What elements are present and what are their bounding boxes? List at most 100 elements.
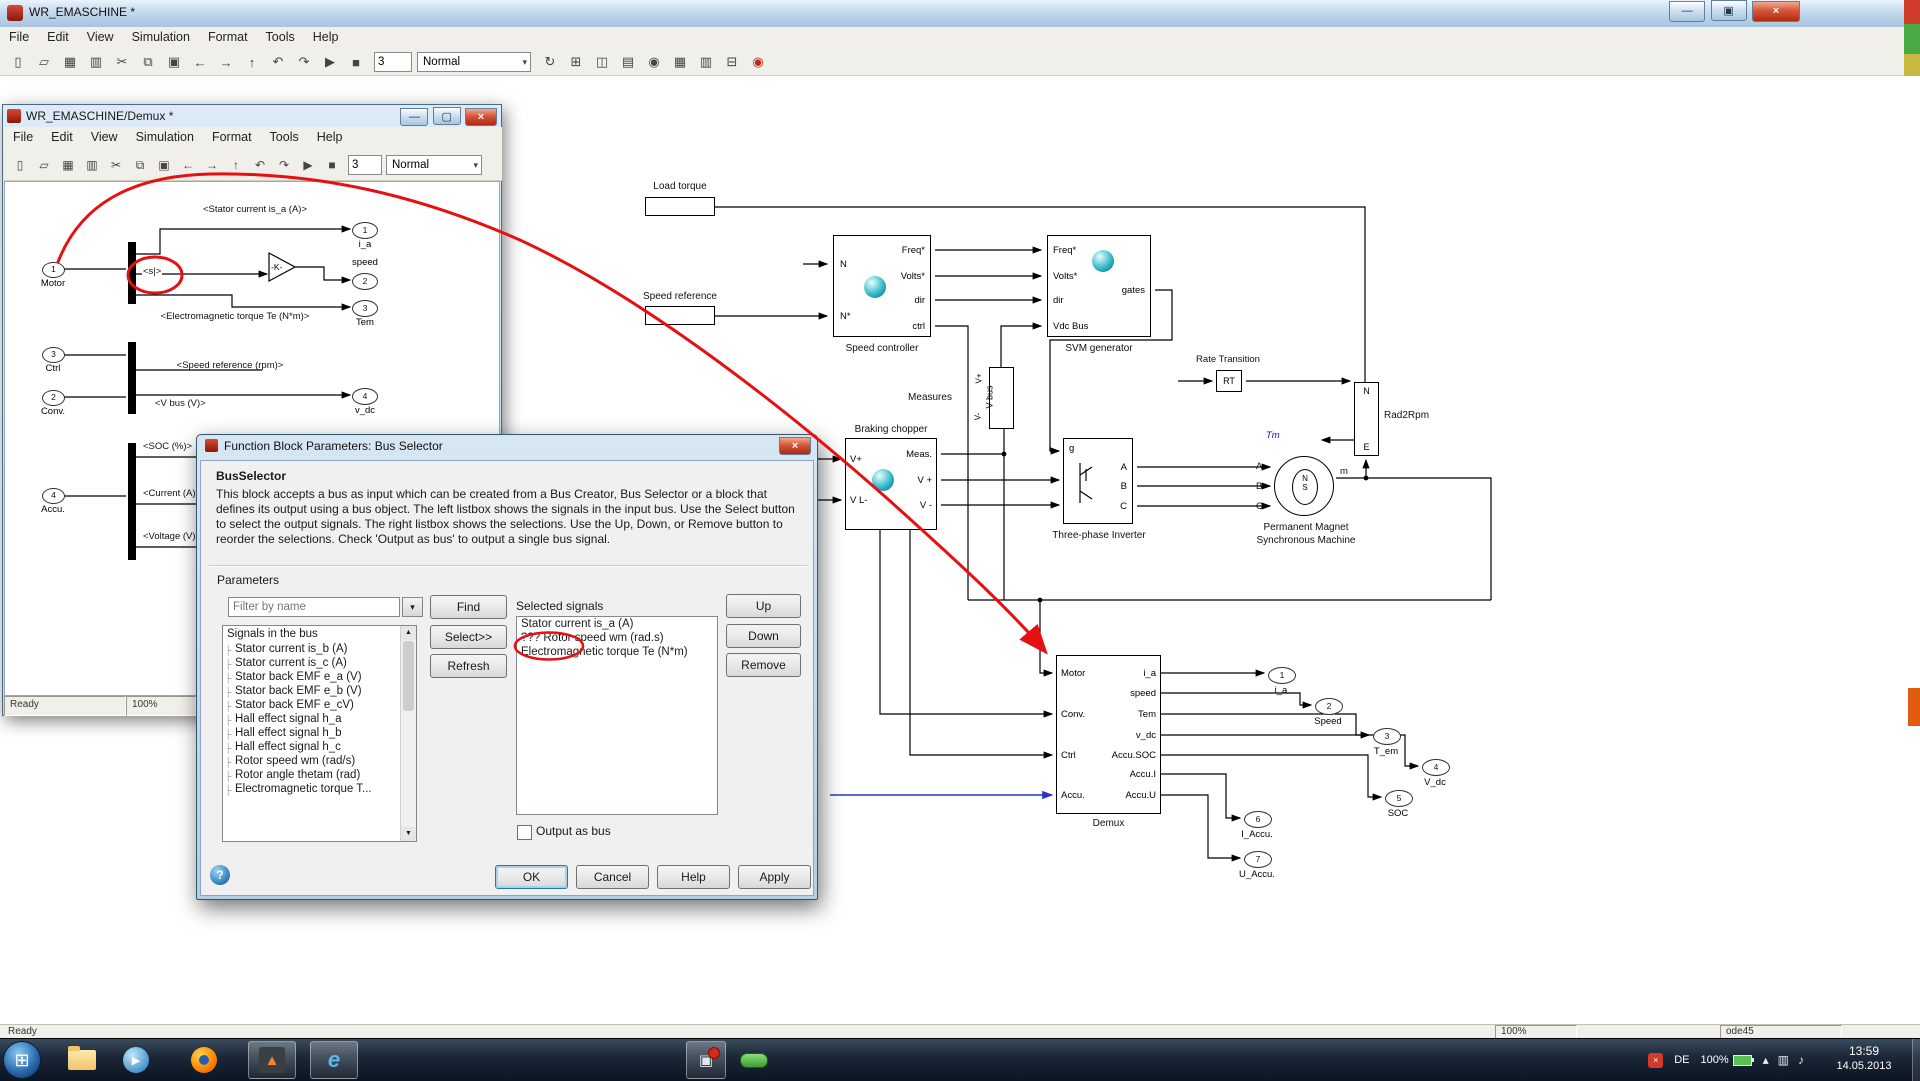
find-button[interactable]: Find [430, 595, 507, 619]
taskbar-item-ie[interactable]: e [310, 1041, 358, 1079]
toolbar-icon[interactable]: ↻ [538, 50, 562, 74]
start-button[interactable]: ⊞ [3, 1041, 41, 1079]
outport-number[interactable]: 3 [1373, 728, 1401, 745]
ok-button[interactable]: OK [495, 865, 568, 889]
outport-number[interactable]: 7 [1244, 851, 1272, 868]
v-bus-block[interactable]: V bus [989, 367, 1014, 429]
toolbar-icon[interactable]: ▦ [57, 154, 79, 176]
toolbar-icon[interactable]: ▥ [81, 154, 103, 176]
toolbar-icon[interactable]: ▣ [162, 50, 186, 74]
refresh-button[interactable]: Refresh [430, 654, 507, 678]
scroll-up-icon[interactable]: ▲ [401, 626, 416, 640]
help-button[interactable]: Help [657, 865, 730, 889]
selected-signal-item[interactable]: Stator current is_a (A) [517, 617, 717, 631]
menu-item[interactable]: Format [199, 27, 257, 47]
toolbar-icon[interactable]: ✂ [105, 154, 127, 176]
outport-number[interactable]: 6 [1244, 811, 1272, 828]
outport-number[interactable]: 5 [1385, 790, 1413, 807]
toolbar-icon[interactable]: ◉ [746, 50, 770, 74]
maximize-button[interactable]: ▢ [433, 107, 461, 125]
menu-item[interactable]: Edit [38, 27, 78, 47]
toolbar-icon[interactable]: ⊟ [720, 50, 744, 74]
outport-number[interactable]: 4 [352, 388, 378, 405]
cancel-button[interactable]: Cancel [576, 865, 649, 889]
toolbar-icon[interactable]: ■ [344, 50, 368, 74]
toolbar-icon[interactable]: ▥ [84, 50, 108, 74]
inport-number[interactable]: 3 [42, 347, 65, 363]
toolbar-icon[interactable]: ▤ [616, 50, 640, 74]
up-button[interactable]: Up [726, 594, 801, 618]
close-button[interactable]: × [779, 437, 811, 455]
toolbar-icon[interactable]: ▯ [9, 154, 31, 176]
sim-mode-select[interactable]: Normal ▾ [386, 155, 482, 175]
sim-mode-select[interactable]: Normal ▾ [417, 52, 531, 72]
tree-root-label[interactable]: Signals in the bus [223, 626, 416, 642]
toolbar-icon[interactable]: ▯ [6, 50, 30, 74]
toolbar-icon[interactable]: ↶ [249, 154, 271, 176]
inport-number[interactable]: 2 [42, 390, 65, 406]
toolbar-icon[interactable]: → [214, 50, 238, 74]
toolbar-icon[interactable]: ⊞ [564, 50, 588, 74]
apply-button[interactable]: Apply [738, 865, 811, 889]
toolbar-icon[interactable]: ▱ [33, 154, 55, 176]
menu-item[interactable]: Help [304, 27, 348, 47]
outport-number[interactable]: 4 [1422, 759, 1450, 776]
menu-item[interactable]: Simulation [127, 127, 203, 147]
tree-item[interactable]: Stator current is_b (A) [223, 642, 416, 656]
down-button[interactable]: Down [726, 624, 801, 648]
toolbar-icon[interactable]: ↷ [292, 50, 316, 74]
tree-item[interactable]: Stator back EMF e_a (V) [223, 670, 416, 684]
tree-item[interactable]: Rotor speed wm (rad/s) [223, 754, 416, 768]
toolbar-icon[interactable]: ← [177, 154, 199, 176]
notification-icon[interactable]: × [1648, 1053, 1663, 1068]
tree-item[interactable]: Hall effect signal h_c [223, 740, 416, 754]
taskbar-item-green-app[interactable] [732, 1041, 776, 1079]
close-button[interactable]: × [465, 108, 497, 126]
sim-time-input[interactable] [374, 52, 412, 72]
outport-number[interactable]: 3 [352, 300, 378, 317]
toolbar-icon[interactable]: ■ [321, 154, 343, 176]
selected-signals-listbox[interactable]: Stator current is_a (A)??? Rotor speed w… [516, 616, 718, 815]
toolbar-icon[interactable]: ← [188, 50, 212, 74]
toolbar-icon[interactable]: ▶ [297, 154, 319, 176]
inport-number[interactable]: 4 [42, 488, 65, 504]
toolbar-icon[interactable]: ▶ [318, 50, 342, 74]
menu-item[interactable]: View [82, 127, 127, 147]
output-as-bus-checkbox[interactable] [517, 825, 532, 840]
clock[interactable]: 13:59 14.05.2013 [1820, 1044, 1908, 1073]
menu-item[interactable]: Edit [42, 127, 82, 147]
sim-time-input[interactable] [348, 155, 382, 175]
battery-indicator[interactable]: 100% [1700, 1054, 1751, 1066]
menu-item[interactable]: File [0, 27, 38, 47]
outport-number[interactable]: 1 [1268, 667, 1296, 684]
tree-item[interactable]: Stator back EMF e_b (V) [223, 684, 416, 698]
toolbar-icon[interactable]: ⧉ [129, 154, 151, 176]
tree-item[interactable]: Hall effect signal h_b [223, 726, 416, 740]
speed-controller-block[interactable]: NN* Freq*Volts*dirctrl [833, 235, 931, 337]
toolbar-icon[interactable]: ↶ [266, 50, 290, 74]
signals-listbox[interactable]: Signals in the bus Stator current is_b (… [222, 625, 417, 842]
menu-item[interactable]: Tools [257, 27, 304, 47]
tray-icon[interactable]: ▴ [1763, 1053, 1769, 1067]
braking-chopper-block[interactable]: V+V L- Meas.V +V - [845, 438, 937, 530]
toolbar-icon[interactable]: ▦ [58, 50, 82, 74]
load-torque-block[interactable] [645, 197, 715, 216]
inport-number[interactable]: 1 [42, 262, 65, 278]
demux-block[interactable]: MotorConv.CtrlAccu. i_aspeedTemv_dcAccu.… [1056, 655, 1161, 814]
language-indicator[interactable]: DE [1674, 1054, 1689, 1066]
taskbar-item-explorer[interactable] [58, 1041, 106, 1079]
speed-reference-block[interactable] [645, 306, 715, 325]
toolbar-icon[interactable]: ↑ [240, 50, 264, 74]
taskbar-item-firefox[interactable] [180, 1041, 228, 1079]
tree-item[interactable]: Rotor angle thetam (rad) [223, 768, 416, 782]
toolbar-icon[interactable]: ▱ [32, 50, 56, 74]
selected-signal-item[interactable]: ??? Rotor speed wm (rad.s) [517, 631, 717, 645]
remove-button[interactable]: Remove [726, 653, 801, 677]
svm-generator-block[interactable]: Freq*Volts*dirVdc Bus gates [1047, 235, 1151, 337]
menu-item[interactable]: Tools [261, 127, 308, 147]
toolbar-icon[interactable]: ↷ [273, 154, 295, 176]
toolbar-icon[interactable]: ◫ [590, 50, 614, 74]
rad2rpm-block[interactable]: N E [1354, 382, 1379, 456]
toolbar-icon[interactable]: ⧉ [136, 50, 160, 74]
tray-icon[interactable]: ▥ [1778, 1053, 1789, 1067]
